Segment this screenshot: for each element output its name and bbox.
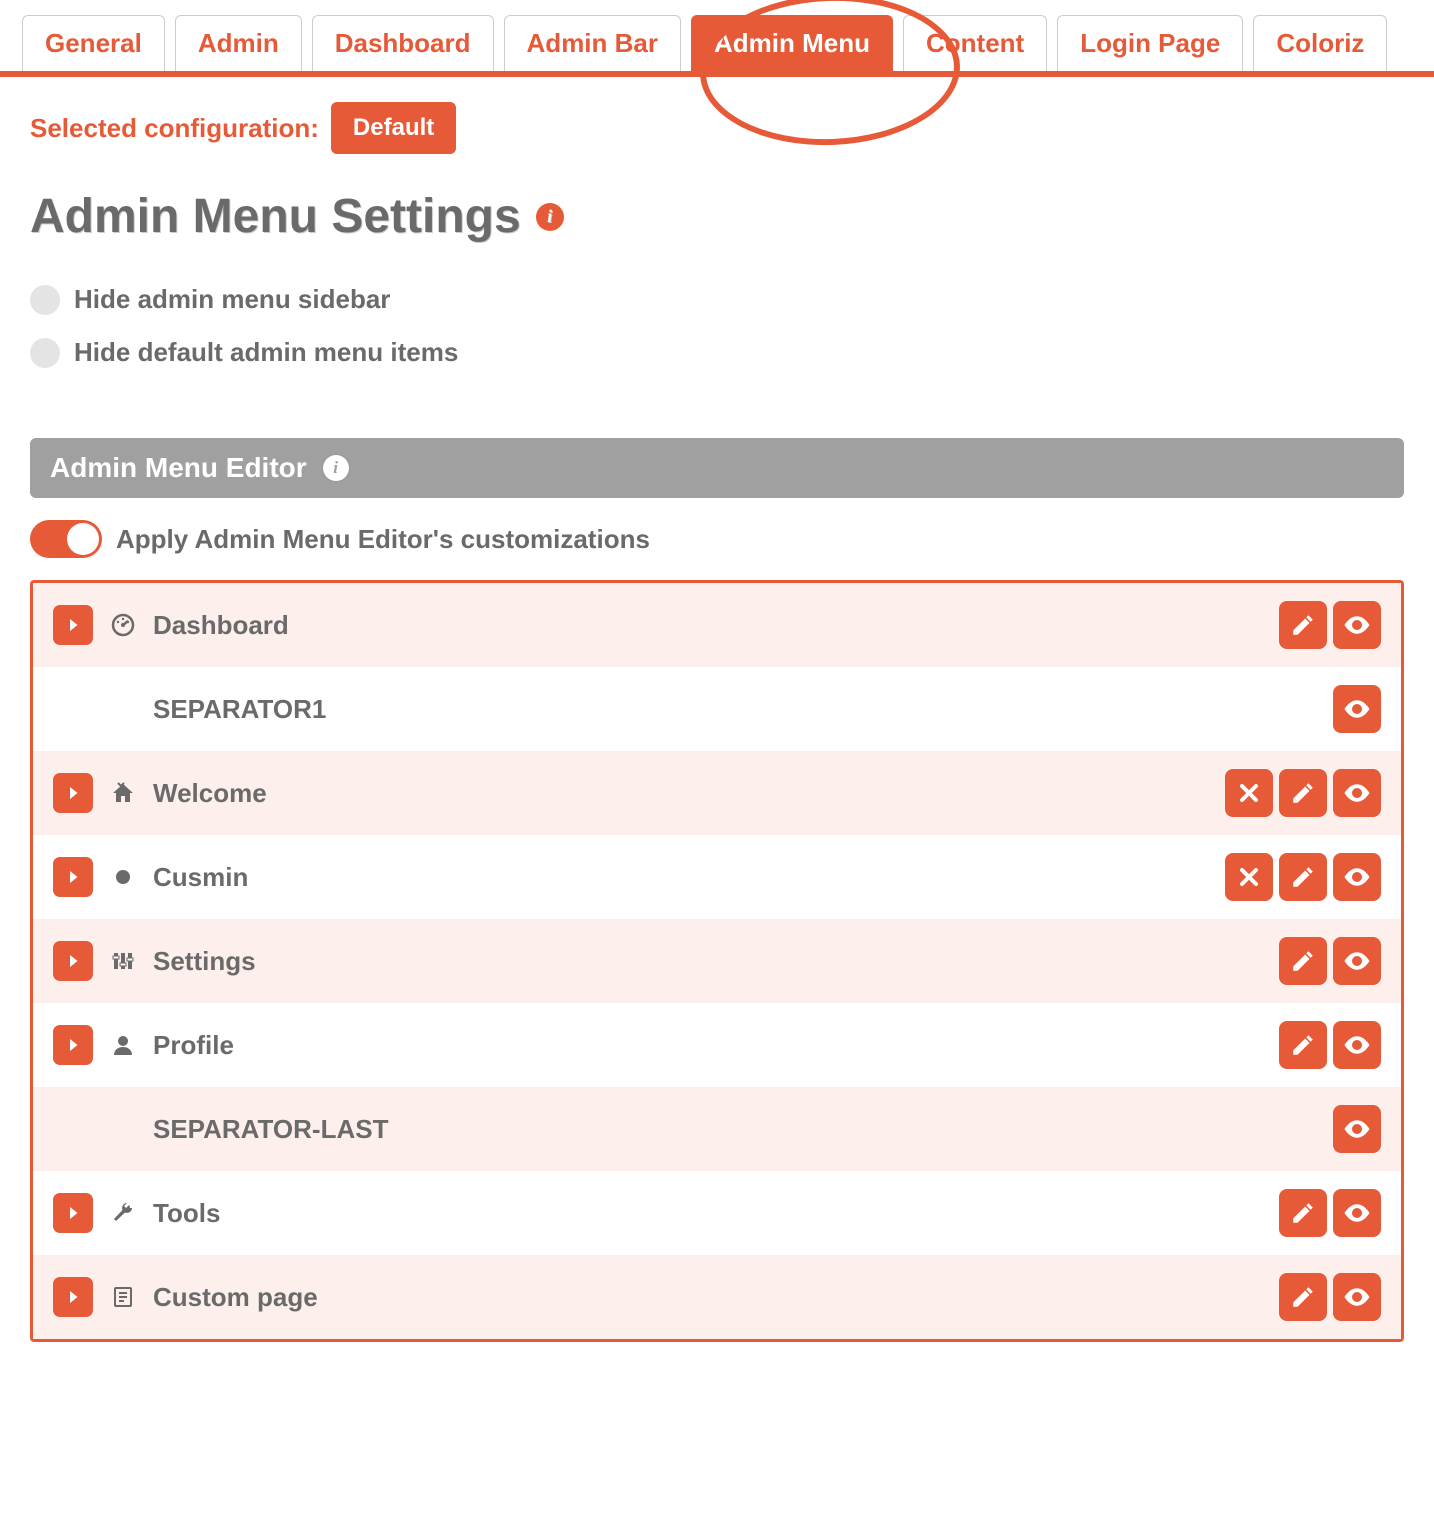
expand-button[interactable] — [53, 857, 93, 897]
icon-placeholder — [109, 695, 137, 723]
icon-placeholder — [109, 1115, 137, 1143]
home-icon — [109, 779, 137, 807]
menu-row[interactable]: SEPARATOR1 — [33, 667, 1401, 751]
eye-button[interactable] — [1333, 685, 1381, 733]
edit-button[interactable] — [1279, 601, 1327, 649]
menu-item-label: Tools — [153, 1198, 1263, 1229]
menu-item-label: Settings — [153, 946, 1263, 977]
tab-content[interactable]: Content — [903, 15, 1047, 71]
tab-login-page[interactable]: Login Page — [1057, 15, 1243, 71]
radio-icon — [30, 285, 60, 315]
toggle-row: Apply Admin Menu Editor's customizations — [30, 520, 1404, 558]
row-actions — [1225, 853, 1381, 901]
eye-button[interactable] — [1333, 1273, 1381, 1321]
expand-button[interactable] — [53, 1277, 93, 1317]
menu-item-label: Cusmin — [153, 862, 1209, 893]
close-button[interactable] — [1225, 853, 1273, 901]
apply-toggle[interactable] — [30, 520, 102, 558]
row-actions — [1333, 1105, 1381, 1153]
menu-item-label: Profile — [153, 1030, 1263, 1061]
edit-button[interactable] — [1279, 853, 1327, 901]
expand-button[interactable] — [53, 1193, 93, 1233]
row-actions — [1279, 1273, 1381, 1321]
tab-general[interactable]: General — [22, 15, 165, 71]
row-actions — [1333, 685, 1381, 733]
eye-button[interactable] — [1333, 853, 1381, 901]
tab-admin-menu[interactable]: Admin Menu — [691, 15, 893, 71]
toggle-knob — [67, 523, 99, 555]
edit-button[interactable] — [1279, 1273, 1327, 1321]
gauge-icon — [109, 611, 137, 639]
info-icon[interactable]: i — [536, 203, 564, 231]
checkbox-hide-default-items[interactable]: Hide default admin menu items — [30, 337, 1404, 368]
eye-button[interactable] — [1333, 769, 1381, 817]
expand-button[interactable] — [53, 773, 93, 813]
tabs-bar: General Admin Dashboard Admin Bar Admin … — [0, 0, 1434, 77]
eye-button[interactable] — [1333, 601, 1381, 649]
menu-row[interactable]: Profile — [33, 1003, 1401, 1087]
eye-button[interactable] — [1333, 937, 1381, 985]
page-title: Admin Menu Settings i — [30, 189, 1404, 244]
tab-colorizer[interactable]: Coloriz — [1253, 15, 1387, 71]
menu-row[interactable]: Settings — [33, 919, 1401, 1003]
config-row: Selected configuration: Default — [30, 102, 1404, 154]
edit-button[interactable] — [1279, 1189, 1327, 1237]
expand-button[interactable] — [53, 605, 93, 645]
page-title-text: Admin Menu Settings — [30, 189, 521, 244]
expand-button[interactable] — [53, 941, 93, 981]
sliders-icon — [109, 947, 137, 975]
edit-button[interactable] — [1279, 937, 1327, 985]
user-icon — [109, 1031, 137, 1059]
close-button[interactable] — [1225, 769, 1273, 817]
menu-item-label: Dashboard — [153, 610, 1263, 641]
expand-button[interactable] — [53, 1025, 93, 1065]
toggle-label: Apply Admin Menu Editor's customizations — [116, 524, 650, 555]
tab-admin[interactable]: Admin — [175, 15, 302, 71]
eye-button[interactable] — [1333, 1189, 1381, 1237]
edit-button[interactable] — [1279, 1021, 1327, 1069]
edit-button[interactable] — [1279, 769, 1327, 817]
info-icon[interactable]: i — [323, 455, 349, 481]
menu-item-label: SEPARATOR-LAST — [153, 1114, 1317, 1145]
editor-section-header: Admin Menu Editor i — [30, 438, 1404, 498]
row-actions — [1279, 937, 1381, 985]
menu-row[interactable]: Cusmin — [33, 835, 1401, 919]
menu-item-label: SEPARATOR1 — [153, 694, 1317, 725]
wrench-icon — [109, 1199, 137, 1227]
checkbox-label: Hide default admin menu items — [74, 337, 458, 368]
row-actions — [1279, 601, 1381, 649]
menu-row[interactable]: Welcome — [33, 751, 1401, 835]
row-actions — [1279, 1021, 1381, 1069]
row-actions — [1279, 1189, 1381, 1237]
page-icon — [109, 1283, 137, 1311]
eye-button[interactable] — [1333, 1105, 1381, 1153]
eye-button[interactable] — [1333, 1021, 1381, 1069]
checkbox-label: Hide admin menu sidebar — [74, 284, 390, 315]
config-default-button[interactable]: Default — [331, 102, 456, 154]
menu-row[interactable]: Dashboard — [33, 583, 1401, 667]
row-actions — [1225, 769, 1381, 817]
dot-icon — [109, 863, 137, 891]
config-label: Selected configuration: — [30, 113, 319, 144]
menu-editor-box: Dashboard SEPARATOR1 Welcome Cusmin Settings… — [30, 580, 1404, 1342]
checkbox-hide-sidebar[interactable]: Hide admin menu sidebar — [30, 284, 1404, 315]
menu-row[interactable]: SEPARATOR-LAST — [33, 1087, 1401, 1171]
radio-icon — [30, 338, 60, 368]
menu-item-label: Custom page — [153, 1282, 1263, 1313]
tab-admin-bar[interactable]: Admin Bar — [504, 15, 681, 71]
menu-row[interactable]: Tools — [33, 1171, 1401, 1255]
editor-header-text: Admin Menu Editor — [50, 452, 307, 484]
tab-dashboard[interactable]: Dashboard — [312, 15, 494, 71]
menu-row[interactable]: Custom page — [33, 1255, 1401, 1339]
menu-item-label: Welcome — [153, 778, 1209, 809]
